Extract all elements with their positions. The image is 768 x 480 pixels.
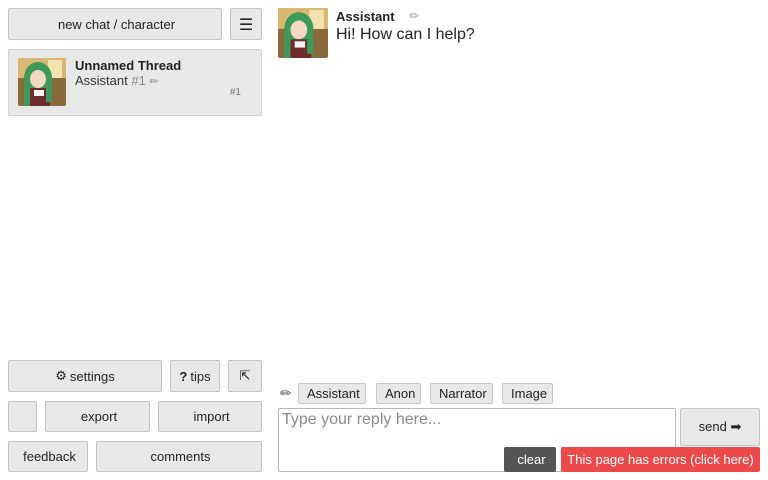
export-label: export bbox=[80, 409, 118, 424]
thread-card[interactable]: Unnamed Thread Assistant #1 ✏ #1 bbox=[8, 49, 262, 116]
question-icon: ? bbox=[179, 368, 188, 384]
edit-message-icon[interactable]: ✏ bbox=[409, 9, 419, 23]
edit-icon[interactable]: ✏ bbox=[149, 75, 158, 88]
comments-button[interactable]: comments bbox=[96, 441, 262, 472]
send-label: send ➡ bbox=[698, 419, 742, 434]
page-errors-button[interactable]: This page has errors (click here) bbox=[561, 447, 760, 472]
message-text: Hi! How can I help? bbox=[336, 26, 475, 43]
collapse-icon: ⇱ bbox=[239, 368, 251, 384]
menu-button[interactable]: ☰ bbox=[230, 8, 262, 40]
pencil-icon[interactable]: ✏ bbox=[280, 386, 292, 402]
thread-number: #1 bbox=[131, 73, 146, 88]
thread-character: Assistant bbox=[75, 73, 128, 88]
import-label: import bbox=[193, 409, 230, 424]
speaker-chip-narrator[interactable]: Narrator bbox=[430, 383, 493, 404]
clear-button[interactable]: clear bbox=[504, 447, 556, 472]
clear-label: clear bbox=[517, 452, 546, 467]
import-button[interactable]: import bbox=[158, 401, 262, 432]
chip-label: Anon bbox=[385, 386, 416, 401]
extra-tool-button[interactable] bbox=[8, 401, 37, 432]
message-avatar[interactable] bbox=[278, 8, 328, 58]
chip-label: Image bbox=[511, 386, 548, 401]
page-errors-label: This page has errors (click here) bbox=[567, 452, 754, 467]
gear-icon: ⚙ bbox=[55, 368, 67, 384]
thread-subtitle: Assistant #1 ✏ bbox=[75, 73, 159, 88]
settings-button[interactable]: ⚙ settings bbox=[8, 360, 162, 392]
feedback-button[interactable]: feedback bbox=[8, 441, 88, 472]
thread-title: Unnamed Thread bbox=[75, 58, 182, 73]
tips-button[interactable]: ? tips bbox=[170, 360, 220, 392]
tips-label: tips bbox=[190, 368, 211, 384]
settings-label: settings bbox=[69, 368, 115, 384]
comments-label: comments bbox=[150, 449, 211, 464]
speaker-chip-image[interactable]: Image bbox=[502, 383, 554, 404]
message-count-label: #1 bbox=[229, 87, 241, 98]
speaker-chip-assistant[interactable]: Assistant bbox=[298, 383, 366, 404]
send-button[interactable]: send ➡ bbox=[680, 408, 760, 446]
chip-label: Narrator bbox=[439, 386, 487, 401]
feedback-label: feedback bbox=[23, 449, 76, 464]
export-button[interactable]: export bbox=[45, 401, 150, 432]
speaker-chip-anon[interactable]: Anon bbox=[376, 383, 422, 404]
chip-label: Assistant bbox=[307, 386, 360, 401]
new-chat-label: new chat / character bbox=[57, 16, 176, 32]
new-chat-button[interactable]: new chat / character bbox=[8, 8, 222, 40]
collapse-sidebar-button[interactable]: ⇱ bbox=[228, 360, 262, 392]
thread-avatar bbox=[18, 58, 66, 106]
message-author: Assistant bbox=[336, 9, 395, 24]
hamburger-menu-icon: ☰ bbox=[238, 14, 254, 34]
thread-message-count: #1 bbox=[230, 87, 241, 98]
